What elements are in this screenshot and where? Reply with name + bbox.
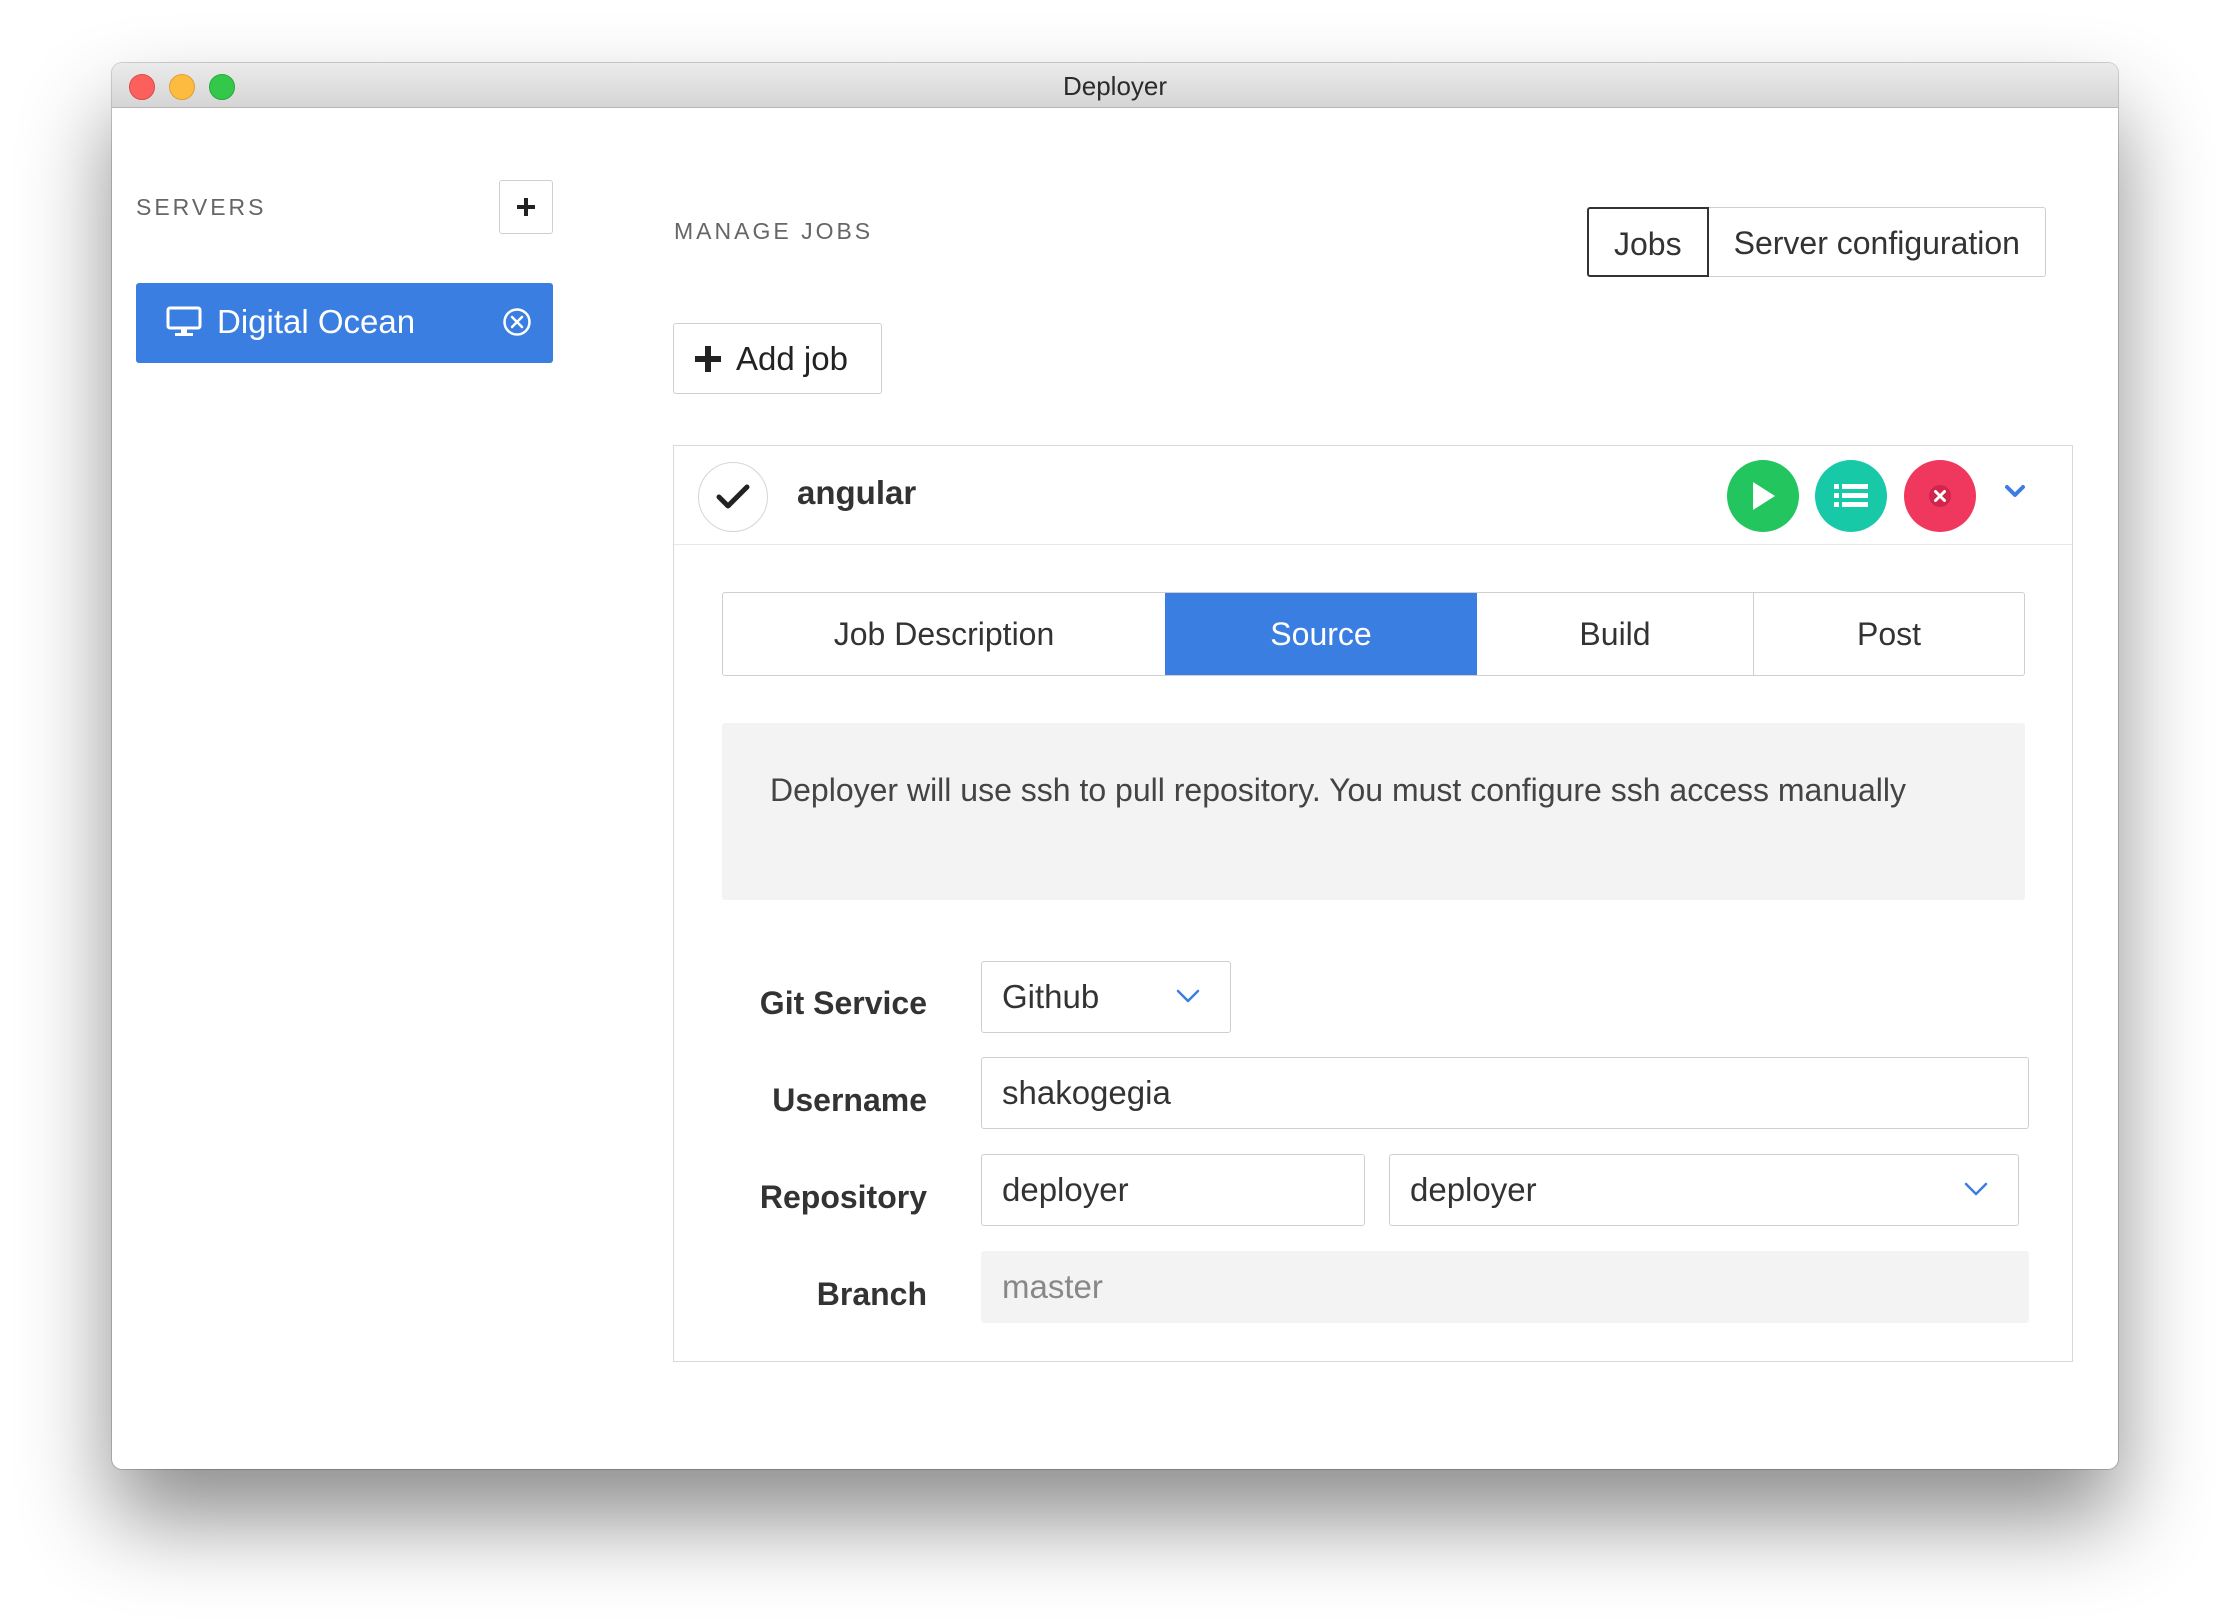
app-window: Deployer SERVERS Digital Ocean MANAGE JO… [112, 63, 2118, 1469]
git-service-select[interactable]: Github [981, 961, 1231, 1033]
monitor-icon [166, 306, 202, 336]
repository-select-value: deployer [1410, 1171, 1537, 1208]
tab-post[interactable]: Post [1753, 593, 2024, 675]
check-icon [716, 484, 750, 509]
play-icon [1753, 482, 1775, 510]
job-name: angular [797, 474, 917, 511]
repository-label: Repository [759, 1179, 927, 1215]
branch-input[interactable]: master [981, 1251, 2029, 1323]
ssh-notice: Deployer will use ssh to pull repository… [722, 723, 2025, 900]
plus-icon [695, 345, 721, 372]
tab-server-configuration[interactable]: Server configuration [1708, 207, 2046, 277]
job-tabs: Job Description Source Build Post [722, 592, 2025, 676]
app-content: SERVERS Digital Ocean MANAGE JOBS Jobs S… [112, 108, 2118, 1469]
git-service-label: Git Service [759, 985, 927, 1021]
add-job-label: Add job [736, 339, 848, 377]
repository-select[interactable]: deployer [1389, 1154, 2019, 1226]
list-icon [1834, 484, 1868, 507]
job-card: angular Job Description Source Build Pos… [673, 445, 2073, 1362]
job-status [698, 462, 768, 532]
remove-server-icon[interactable] [502, 307, 532, 337]
job-logs-button[interactable] [1815, 460, 1887, 532]
username-label: Username [772, 1082, 927, 1118]
run-job-button[interactable] [1727, 460, 1799, 532]
branch-label: Branch [816, 1276, 927, 1312]
tab-jobs[interactable]: Jobs [1587, 207, 1709, 277]
username-input[interactable]: shakogegia [981, 1057, 2029, 1129]
server-item-digital-ocean[interactable]: Digital Ocean [136, 283, 553, 363]
job-header: angular [674, 446, 2072, 545]
chevron-down-icon [1964, 1182, 1988, 1196]
close-icon [1929, 485, 1951, 507]
repository-owner-input[interactable]: deployer [981, 1154, 1365, 1226]
add-job-button[interactable]: Add job [673, 323, 882, 394]
chevron-down-icon [1176, 989, 1200, 1003]
tab-source[interactable]: Source [1165, 593, 1477, 675]
add-server-button[interactable] [499, 180, 553, 234]
delete-job-button[interactable] [1904, 460, 1976, 532]
chevron-down-icon[interactable] [2004, 484, 2026, 500]
tab-job-description[interactable]: Job Description [723, 593, 1165, 675]
tab-build[interactable]: Build [1477, 593, 1753, 675]
server-name: Digital Ocean [217, 303, 416, 340]
manage-jobs-heading: MANAGE JOBS [674, 218, 874, 244]
view-switcher: Jobs Server configuration [1587, 207, 2046, 277]
plus-icon [517, 198, 535, 216]
window-title: Deployer [1062, 71, 1168, 101]
git-service-value: Github [1002, 978, 1100, 1015]
servers-heading: SERVERS [136, 194, 267, 220]
titlebar: Deployer [112, 63, 2118, 108]
